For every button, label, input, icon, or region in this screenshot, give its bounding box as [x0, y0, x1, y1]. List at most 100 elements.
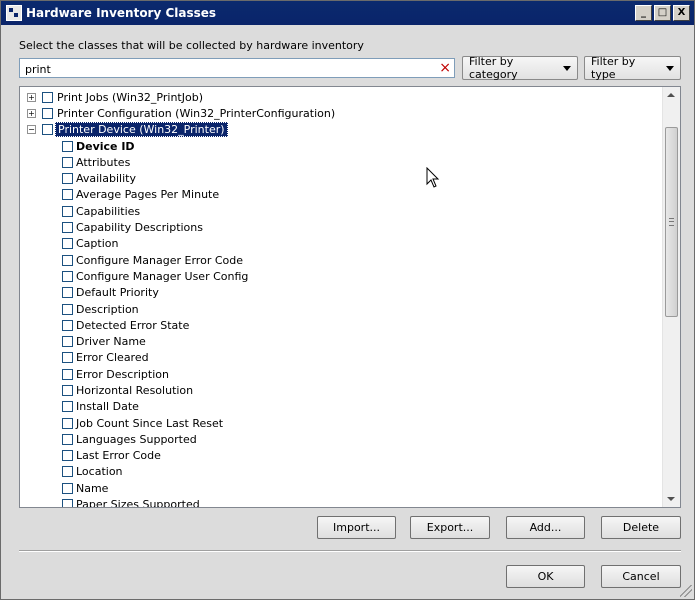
property-checkbox[interactable] — [62, 222, 73, 234]
tree-property-row[interactable]: Average Pages Per Minute — [20, 187, 662, 203]
property-label: Location — [76, 465, 123, 479]
class-label[interactable]: Print Jobs (Win32_PrintJob) — [57, 91, 203, 104]
tree-property-row[interactable]: Install Date — [20, 399, 662, 415]
title-bar[interactable]: Hardware Inventory Classes _ □ X — [1, 1, 694, 25]
tree-property-row[interactable]: Horizontal Resolution — [20, 382, 662, 398]
minimize-button[interactable]: _ — [635, 5, 652, 21]
tree-property-row[interactable]: Default Priority — [20, 285, 662, 301]
ok-button[interactable]: OK — [506, 565, 585, 588]
tree-property-row[interactable]: Caption — [20, 236, 662, 252]
property-checkbox[interactable] — [62, 466, 73, 478]
property-label: Last Error Code — [76, 449, 161, 463]
tree-property-row[interactable]: Last Error Code — [20, 448, 662, 464]
class-checkbox[interactable] — [42, 107, 53, 119]
tree-property-row[interactable]: Description — [20, 301, 662, 317]
tree-property-row[interactable]: Location — [20, 464, 662, 480]
property-checkbox[interactable] — [62, 499, 73, 507]
clear-search-icon[interactable]: × — [439, 60, 451, 76]
property-label: Languages Supported — [76, 432, 197, 446]
property-checkbox[interactable] — [62, 401, 73, 413]
property-checkbox[interactable] — [62, 384, 73, 396]
property-label: Average Pages Per Minute — [76, 188, 220, 202]
property-checkbox[interactable] — [62, 303, 73, 315]
cancel-button[interactable]: Cancel — [601, 565, 681, 588]
filter-by-category-button[interactable]: Filter by category — [462, 55, 578, 81]
search-box[interactable]: × — [19, 58, 455, 78]
tree-property-row[interactable]: Availability — [20, 170, 662, 186]
mouse-cursor-icon — [426, 167, 440, 188]
property-label: Error Description — [76, 367, 169, 381]
dialog-window: Hardware Inventory Classes _ □ X Select … — [0, 0, 695, 600]
tree-property-row[interactable]: Configure Manager User Config — [20, 268, 662, 284]
property-checkbox[interactable] — [62, 482, 73, 494]
property-label: Paper Sizes Supported — [76, 498, 200, 508]
class-checkbox[interactable] — [42, 124, 53, 136]
property-checkbox[interactable] — [62, 433, 73, 445]
property-checkbox[interactable] — [62, 319, 73, 331]
expand-icon[interactable]: + — [27, 108, 36, 118]
scroll-thumb[interactable] — [665, 127, 678, 317]
property-checkbox[interactable] — [62, 156, 73, 168]
delete-button[interactable]: Delete — [601, 516, 681, 539]
property-checkbox[interactable] — [62, 254, 73, 266]
window-controls: _ □ X — [635, 5, 690, 21]
tree-class-row[interactable]: + Printer Configuration (Win32_PrinterCon… — [20, 105, 662, 121]
scroll-down-icon[interactable] — [667, 497, 675, 501]
class-label[interactable]: Printer Configuration (Win32_PrinterConf… — [57, 107, 335, 120]
property-label: Configure Manager User Config — [76, 269, 249, 283]
property-checkbox[interactable] — [62, 287, 73, 299]
add-button[interactable]: Add... — [506, 516, 585, 539]
tree-property-row[interactable]: Name — [20, 480, 662, 496]
filter-by-type-button[interactable]: Filter by type — [584, 55, 681, 81]
class-checkbox[interactable] — [42, 91, 53, 103]
property-label: Default Priority — [76, 286, 159, 300]
import-button[interactable]: Import... — [317, 516, 396, 539]
classes-tree[interactable]: + Print Jobs (Win32_PrintJob) + Printer Con… — [19, 86, 681, 508]
property-checkbox[interactable] — [62, 238, 73, 250]
chevron-down-icon — [666, 65, 674, 71]
tree-property-row[interactable]: Device ID — [20, 138, 662, 154]
tree-property-row[interactable]: Error Cleared — [20, 350, 662, 366]
property-checkbox[interactable] — [62, 140, 73, 152]
property-checkbox[interactable] — [62, 173, 73, 185]
window-title: Hardware Inventory Classes — [26, 6, 217, 20]
instruction-label: Select the classes that will be collecte… — [19, 39, 364, 52]
expand-icon[interactable]: + — [27, 92, 36, 102]
property-checkbox[interactable] — [62, 352, 73, 364]
filter-by-type-label: Filter by type — [591, 55, 636, 81]
tree-property-row[interactable]: Languages Supported — [20, 431, 662, 447]
property-label: Job Count Since Last Reset — [76, 416, 224, 430]
class-label[interactable]: Printer Device (Win32_Printer) — [55, 122, 228, 138]
property-label: Capability Descriptions — [76, 221, 203, 235]
tree-property-row[interactable]: Capabilities — [20, 203, 662, 219]
property-checkbox[interactable] — [62, 417, 73, 429]
property-checkbox[interactable] — [62, 270, 73, 282]
tree-property-row[interactable]: Detected Error State — [20, 317, 662, 333]
property-checkbox[interactable] — [62, 368, 73, 380]
maximize-button[interactable]: □ — [654, 5, 671, 21]
property-label: Driver Name — [76, 335, 146, 349]
property-checkbox[interactable] — [62, 189, 73, 201]
tree-property-row[interactable]: Driver Name — [20, 333, 662, 349]
close-button[interactable]: X — [673, 5, 690, 21]
tree-class-row[interactable]: − Printer Device (Win32_Printer) — [20, 122, 662, 138]
tree-class-row[interactable]: + Print Jobs (Win32_PrintJob) — [20, 89, 662, 105]
resize-grip-icon[interactable] — [680, 585, 692, 597]
collapse-icon[interactable]: − — [27, 125, 36, 135]
tree-property-row[interactable]: Configure Manager Error Code — [20, 252, 662, 268]
property-label: Horizontal Resolution — [76, 383, 194, 397]
property-checkbox[interactable] — [62, 336, 73, 348]
tree-property-row[interactable]: Paper Sizes Supported — [20, 496, 662, 508]
tree-property-row[interactable]: Error Description — [20, 366, 662, 382]
separator — [19, 550, 681, 552]
scroll-up-icon[interactable] — [667, 93, 675, 97]
export-button[interactable]: Export... — [410, 516, 490, 539]
property-checkbox[interactable] — [62, 450, 73, 462]
tree-content: + Print Jobs (Win32_PrintJob) + Printer Con… — [20, 89, 662, 508]
property-checkbox[interactable] — [62, 205, 73, 217]
search-input[interactable] — [23, 60, 427, 78]
tree-property-row[interactable]: Job Count Since Last Reset — [20, 415, 662, 431]
vertical-scrollbar[interactable] — [662, 87, 680, 507]
tree-property-row[interactable]: Capability Descriptions — [20, 219, 662, 235]
tree-property-row[interactable]: Attributes — [20, 154, 662, 170]
